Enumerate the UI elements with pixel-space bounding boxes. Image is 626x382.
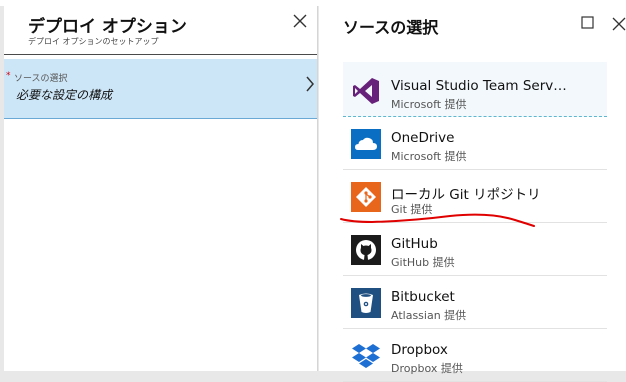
blade-title: デプロイ オプション <box>28 17 187 37</box>
source-name: ローカル Git リポジトリ <box>391 187 541 203</box>
source-item-vsts[interactable]: Visual Studio Team Serv… Microsoft 提供 <box>343 62 607 117</box>
source-provider: Microsoft 提供 <box>391 98 467 111</box>
choose-source-setting[interactable]: * ソースの選択 必要な設定の構成 <box>4 59 317 119</box>
onedrive-icon <box>351 129 381 159</box>
source-provider: Dropbox 提供 <box>391 362 463 375</box>
blade-title: ソースの選択 <box>343 18 439 37</box>
close-icon[interactable] <box>291 12 309 30</box>
source-item-local-git[interactable]: ローカル Git リポジトリ Git 提供 <box>343 170 607 223</box>
chevron-right-icon <box>306 76 314 92</box>
setting-label: ソースの選択 <box>14 74 68 84</box>
deploy-options-blade: デプロイ オプション デプロイ オプションのセットアップ * ソースの選択 必要… <box>4 6 318 371</box>
source-name: OneDrive <box>391 130 455 146</box>
source-item-github[interactable]: GitHub GitHub 提供 <box>343 223 607 276</box>
source-item-bitbucket[interactable]: Bitbucket Atlassian 提供 <box>343 276 607 329</box>
visual-studio-icon <box>353 78 379 104</box>
source-name: Bitbucket <box>391 289 455 305</box>
dropbox-icon <box>352 344 380 368</box>
source-item-dropbox[interactable]: Dropbox Dropbox 提供 <box>343 329 607 382</box>
source-name: Dropbox <box>391 342 448 358</box>
maximize-icon[interactable] <box>581 16 594 29</box>
bitbucket-icon <box>351 288 381 318</box>
blade-subtitle: デプロイ オプションのセットアップ <box>28 37 159 46</box>
choose-source-blade: ソースの選択 Visual Studio Team Serv… Microsof… <box>319 6 626 382</box>
source-provider: Microsoft 提供 <box>391 150 467 163</box>
divider <box>4 54 317 55</box>
git-icon <box>351 182 381 212</box>
source-provider: Git 提供 <box>391 203 433 216</box>
source-list: Visual Studio Team Serv… Microsoft 提供 On… <box>343 62 607 382</box>
source-name: Visual Studio Team Serv… <box>391 78 567 94</box>
source-item-onedrive[interactable]: OneDrive Microsoft 提供 <box>343 117 607 170</box>
source-name: GitHub <box>391 236 438 252</box>
close-icon[interactable] <box>610 15 626 31</box>
required-marker: * <box>6 71 11 81</box>
source-provider: Atlassian 提供 <box>391 309 467 322</box>
github-icon <box>351 235 381 265</box>
source-provider: GitHub 提供 <box>391 256 455 269</box>
setting-value: 必要な設定の構成 <box>16 88 113 102</box>
